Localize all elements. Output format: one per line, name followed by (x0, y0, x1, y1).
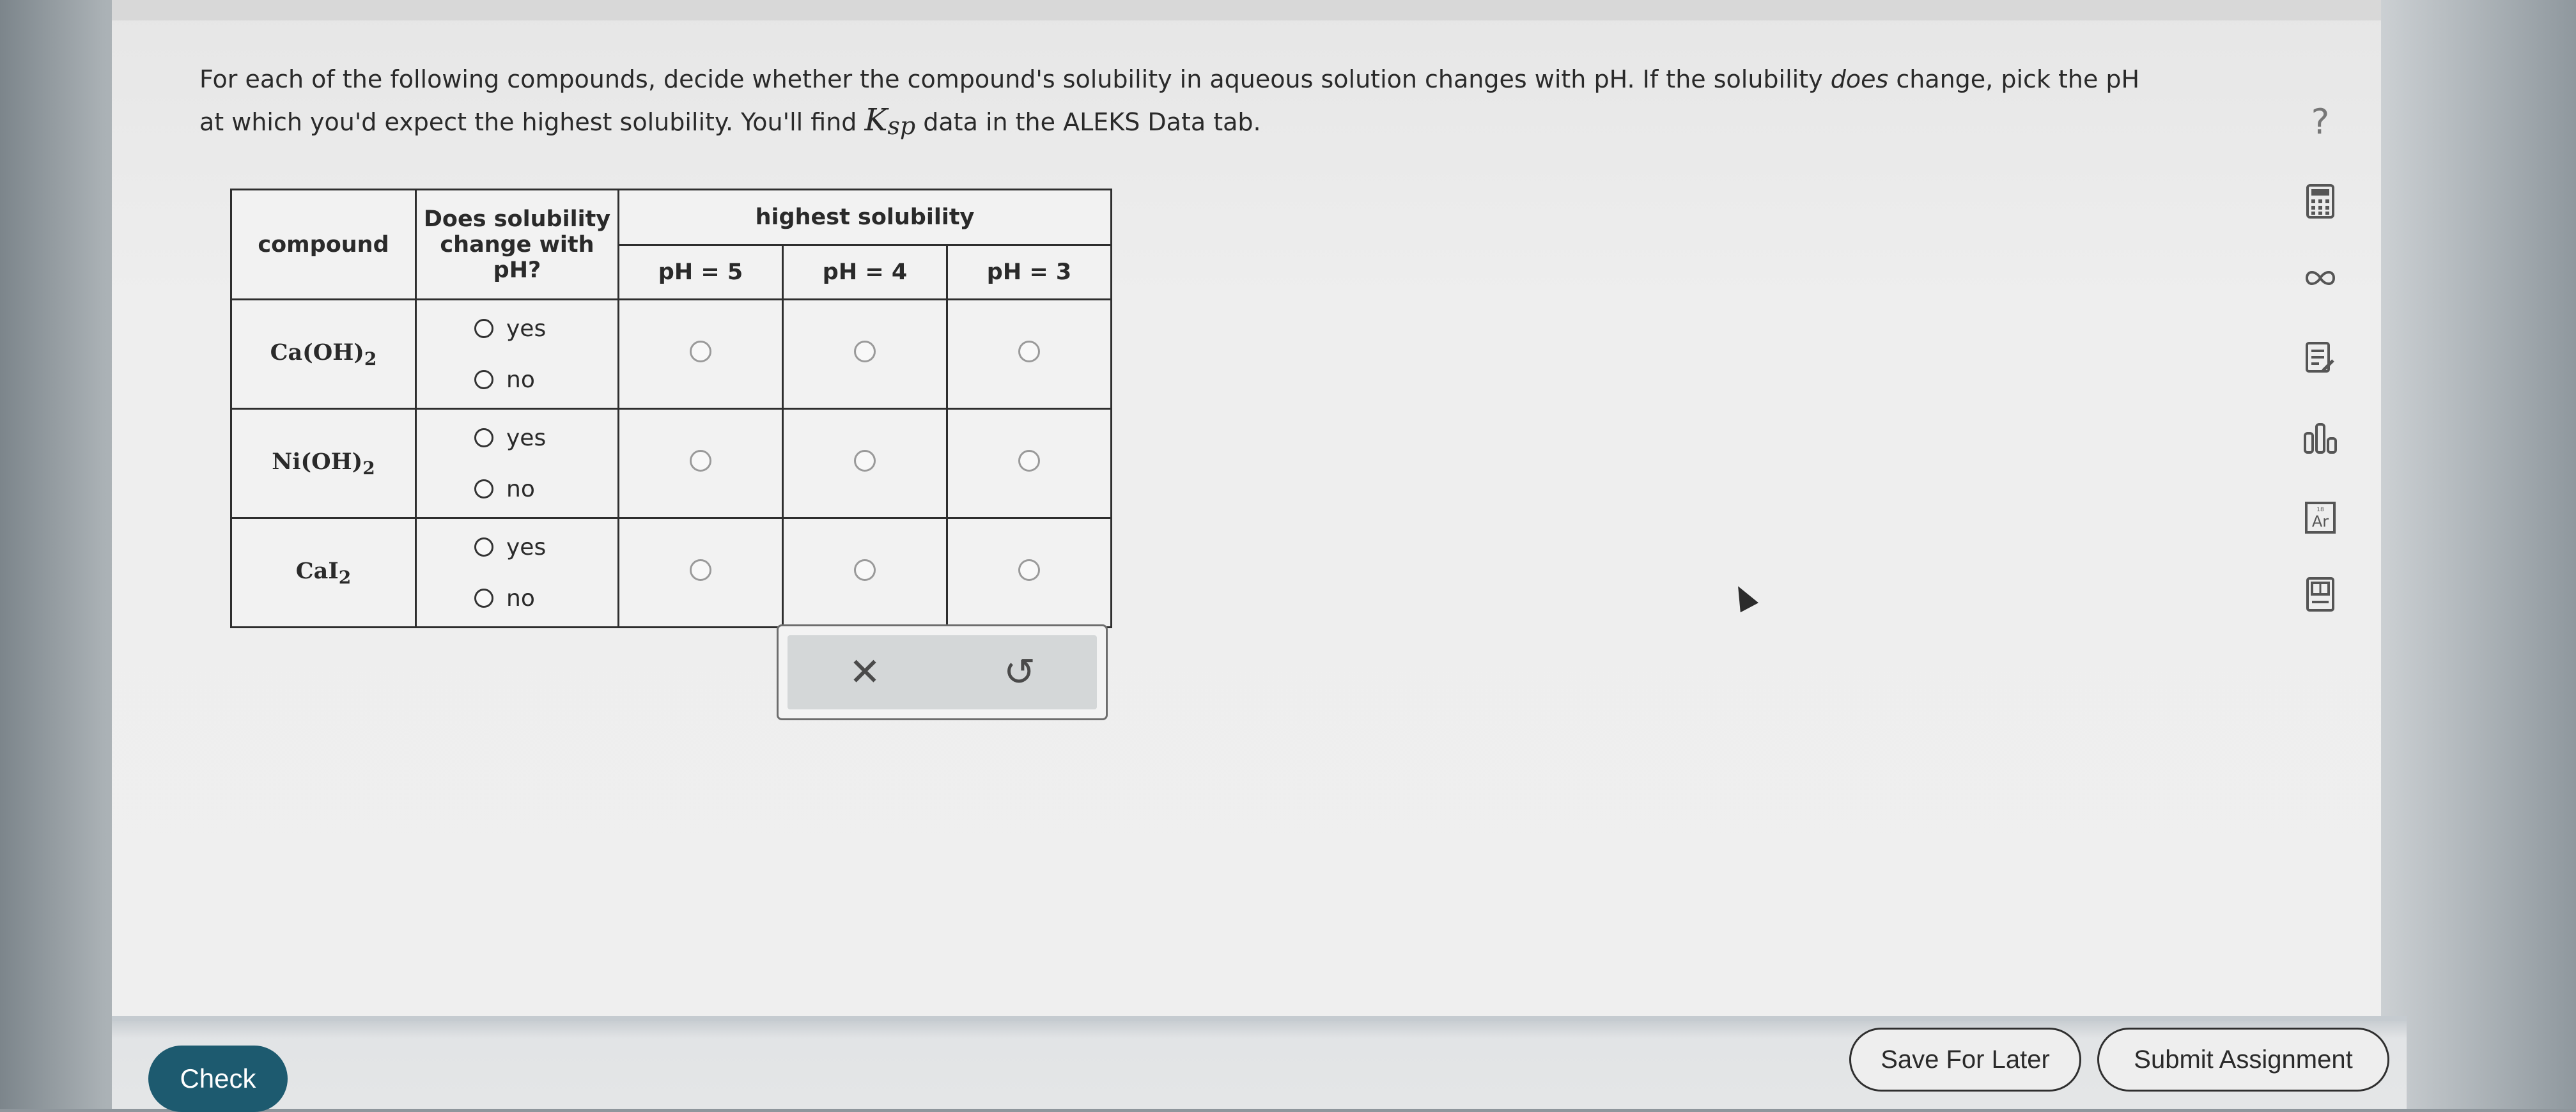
option-yes[interactable]: yes (417, 412, 617, 463)
option-yes[interactable]: yes (417, 521, 617, 573)
radio-ph-5[interactable] (690, 449, 711, 472)
compound-cell: Ca(OH)2 (230, 298, 417, 410)
ph-3-cell (946, 517, 1112, 628)
compound-cell: Ni(OH)2 (230, 408, 417, 519)
ph-5-cell (617, 408, 784, 519)
svg-text:Ar: Ar (2312, 513, 2329, 530)
top-strip (112, 0, 2381, 20)
ph-4-cell (782, 517, 948, 628)
ph-3-cell (946, 408, 1112, 519)
radio-ph-3[interactable] (1018, 559, 1040, 581)
question-line-2: at which you'd expect the highest solubi… (199, 102, 1261, 140)
svg-text:18: 18 (2316, 507, 2324, 513)
notes-icon[interactable] (2288, 332, 2352, 383)
table-row: Ni(OH)2 yes no (230, 408, 1112, 519)
save-for-later-button[interactable]: Save For Later (1849, 1028, 2081, 1092)
radio-ph-3[interactable] (1018, 449, 1040, 472)
infinity-icon[interactable] (2288, 252, 2352, 304)
check-button[interactable]: Check (148, 1046, 288, 1112)
header-highest-solubility: highest solubility (617, 189, 1112, 246)
change-options: yes no (415, 298, 619, 410)
ph-5-cell (617, 517, 784, 628)
ph-4-cell (782, 298, 948, 410)
radio-yes-icon[interactable] (474, 537, 493, 557)
clear-button[interactable]: ✕ (788, 635, 942, 709)
option-yes[interactable]: yes (417, 303, 617, 354)
radio-ph-3[interactable] (1018, 340, 1040, 362)
question-line-1: For each of the following compounds, dec… (199, 65, 2140, 93)
table-row: CaI2 yes no (230, 517, 1112, 628)
table-row: Ca(OH)2 yes no (230, 298, 1112, 410)
radio-ph-4[interactable] (854, 449, 876, 472)
solubility-table: compound Does solubility change with pH?… (230, 189, 1112, 628)
header-compound: compound (230, 189, 417, 300)
compound-cell: CaI2 (230, 517, 417, 628)
radio-ph-4[interactable] (854, 559, 876, 581)
option-no[interactable]: no (417, 573, 617, 624)
calculator-icon[interactable] (2288, 176, 2352, 227)
change-options: yes no (415, 517, 619, 628)
answer-actions: ✕ ↺ (777, 624, 1108, 720)
data-table-icon[interactable] (2288, 569, 2352, 620)
option-no[interactable]: no (417, 354, 617, 405)
undo-button[interactable]: ↺ (942, 635, 1097, 709)
radio-yes-icon[interactable] (474, 428, 493, 447)
bar-chart-icon[interactable] (2288, 412, 2352, 463)
radio-no-icon[interactable] (474, 589, 493, 608)
radio-ph-4[interactable] (854, 340, 876, 362)
option-no[interactable]: no (417, 463, 617, 514)
header-ph-4: pH = 4 (782, 244, 948, 300)
header-ph-3: pH = 3 (946, 244, 1112, 300)
radio-ph-5[interactable] (690, 559, 711, 581)
change-options: yes no (415, 408, 619, 519)
header-ph-5: pH = 5 (617, 244, 784, 300)
radio-yes-icon[interactable] (474, 319, 493, 338)
radio-no-icon[interactable] (474, 370, 493, 389)
ph-5-cell (617, 298, 784, 410)
submit-assignment-button[interactable]: Submit Assignment (2097, 1028, 2389, 1092)
ph-4-cell (782, 408, 948, 519)
periodic-table-icon[interactable]: Ar 18 (2288, 492, 2352, 543)
header-change-with-ph: Does solubility change with pH? (415, 189, 619, 300)
answer-actions-bar: ✕ ↺ (788, 635, 1097, 709)
radio-no-icon[interactable] (474, 479, 493, 498)
help-icon[interactable]: ? (2288, 96, 2352, 147)
ph-3-cell (946, 298, 1112, 410)
question-text: For each of the following compounds, dec… (199, 59, 2245, 143)
ksp-symbol: Ksp (864, 102, 916, 140)
radio-ph-5[interactable] (690, 340, 711, 362)
